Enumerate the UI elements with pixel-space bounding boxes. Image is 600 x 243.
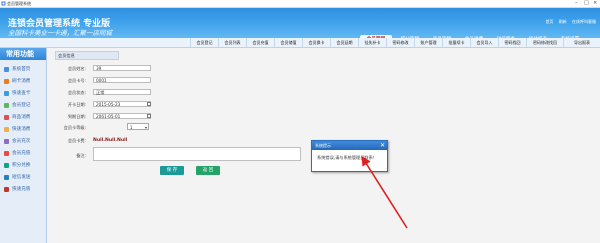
sidebar-item-register[interactable]: 会员登记 [0, 100, 46, 111]
lightning-icon [4, 127, 9, 132]
wallet-icon [4, 187, 9, 192]
top-link-support[interactable]: 在线呼叫客服 [572, 19, 596, 24]
message-icon [4, 175, 9, 180]
sidebar-item-label: 快速充值 [12, 187, 31, 192]
sidebar-title: 常用功能 [6, 50, 34, 58]
sidebar-item-fast-recharge[interactable]: 快速充值 [0, 184, 46, 195]
subnav-item[interactable]: 挂失补卡 [358, 38, 386, 47]
sidebar-item-product-consume[interactable]: 商品消费 [0, 112, 46, 123]
expire-date-field[interactable]: 2061-05-01 [93, 113, 151, 119]
sidebar-item-label: 快速消费 [12, 127, 31, 132]
expire-date-label: 到期日期: [67, 114, 86, 119]
sidebar-item-label: 系统首页 [12, 67, 31, 72]
sidebar-item-recharge-times[interactable]: 会员充次 [0, 136, 46, 147]
sidebar-item-label: 刷卡消费 [12, 79, 31, 84]
close-icon[interactable]: ✕ [380, 141, 385, 150]
remark-label: 备注: [76, 153, 86, 158]
sidebar-item-label: 快速查卡 [12, 91, 31, 96]
top-link-refresh[interactable]: 刷新 [559, 19, 567, 24]
sidebar-item-label: 会员充次 [12, 139, 31, 144]
calendar-icon[interactable] [147, 114, 151, 118]
subnav-item[interactable]: 导出报表 [563, 38, 600, 47]
sidebar-item-fast-consume[interactable]: 快速消费 [0, 124, 46, 135]
membership-fee-label: 会员卡费: [67, 138, 86, 143]
sidebar-item-label: 商品消费 [12, 115, 31, 120]
sidebar-item-sms[interactable]: 短信发送 [0, 172, 46, 183]
sidebar-item-label: 积分兑换 [12, 163, 31, 168]
save-button[interactable]: 保 存 [160, 166, 184, 175]
subnav-item[interactable]: 账户管理 [414, 38, 442, 47]
counter-icon [4, 139, 9, 144]
subnav-item[interactable]: 会员储值 [274, 38, 302, 47]
subnav-item[interactable]: 密码找回 [498, 38, 526, 47]
subnav-item[interactable]: 会员延期 [330, 38, 358, 47]
dialog-header: 系统提示 ✕ [312, 141, 387, 150]
panel-title: 会员信息 [55, 51, 119, 60]
member-status-label: 会员状态: [67, 90, 86, 95]
card-level-select[interactable]: 1 ▾ [127, 123, 149, 130]
back-button[interactable]: 返 回 [196, 166, 220, 175]
sub-nav: 会员登记 会员列表 会员充值 会员储值 会员换卡 会员延期 挂失补卡 密码修改 … [0, 38, 600, 48]
sidebar: 常用功能 系统首页 刷卡消费 快速查卡 会员登记 商品消费 快速消费 会员充次 … [0, 48, 47, 243]
sidebar-item-label: 短信发送 [12, 175, 31, 180]
member-status-field[interactable]: 正常 [93, 89, 151, 95]
dialog-title: 系统提示 [315, 143, 331, 148]
subnav-item[interactable]: 密码修改 [386, 38, 414, 47]
subnav-item[interactable]: 会员换卡 [302, 38, 330, 47]
sidebar-item-recharge[interactable]: 会员充值 [0, 148, 46, 159]
window-title: 会员管理系统 [7, 1, 31, 6]
open-date-field[interactable]: 2015-05-23 [93, 101, 151, 107]
subnav-item[interactable]: 会员充值 [246, 38, 274, 47]
search-icon [4, 91, 9, 96]
gift-icon [4, 163, 9, 168]
card-icon [4, 79, 9, 84]
open-date-label: 开卡日期: [67, 102, 86, 107]
home-icon [4, 67, 9, 72]
sidebar-item-home[interactable]: 系统首页 [0, 64, 46, 75]
subnav-item[interactable]: 会员列表 [218, 38, 246, 47]
system-alert-dialog: 系统提示 ✕ 系统错误,请与系统管理员联系！ [311, 140, 388, 172]
maximize-icon[interactable]: □ [584, 0, 589, 7]
app-header: 连锁会员管理系统 专业版 全国科卡美业一卡通，汇聚一店同城 首页 刷新 在线呼叫… [0, 8, 600, 45]
user-add-icon [4, 103, 9, 108]
card-level-value: 1 [130, 125, 133, 130]
sidebar-item-quick-lookup[interactable]: 快速查卡 [0, 88, 46, 99]
dialog-message: 系统错误,请与系统管理员联系！ [317, 155, 377, 160]
card-level-label: 会员卡等级: [63, 125, 86, 130]
sidebar-item-swipe-consume[interactable]: 刷卡消费 [0, 76, 46, 87]
subnav-item[interactable]: 会员导入 [470, 38, 498, 47]
sidebar-item-label: 会员登记 [12, 103, 31, 108]
top-links: 首页 刷新 在线呼叫客服 [541, 19, 596, 25]
card-number-field[interactable]: 0001 [93, 77, 151, 83]
cart-icon [4, 115, 9, 120]
membership-fee-value: Null.Null.Null [93, 138, 128, 143]
top-link-home[interactable]: 首页 [545, 19, 553, 24]
chevron-down-icon: ▾ [144, 125, 147, 130]
app-slogan: 全国科卡美业一卡通，汇聚一店同城 [8, 29, 112, 37]
calendar-icon[interactable] [147, 102, 151, 106]
sidebar-header: 常用功能 [0, 48, 46, 60]
close-icon[interactable]: × [593, 0, 597, 7]
sidebar-item-points-exchange[interactable]: 积分兑换 [0, 160, 46, 171]
remark-textarea[interactable] [93, 147, 301, 161]
subnav-item[interactable]: 会员登记 [190, 38, 218, 47]
app-icon [1, 1, 6, 6]
member-name-field[interactable]: 39 [93, 65, 151, 71]
minimize-icon[interactable]: – [575, 0, 578, 7]
window-titlebar: 会员管理系统 – □ × [0, 0, 600, 8]
subnav-item[interactable]: 密码修改找回 [526, 38, 563, 47]
card-number-label: 会员卡号: [67, 78, 86, 83]
money-icon [4, 151, 9, 156]
subnav-item[interactable]: 批量续卡 [442, 38, 470, 47]
member-name-label: 会员姓名: [67, 66, 86, 71]
sidebar-item-label: 会员充值 [12, 151, 31, 156]
